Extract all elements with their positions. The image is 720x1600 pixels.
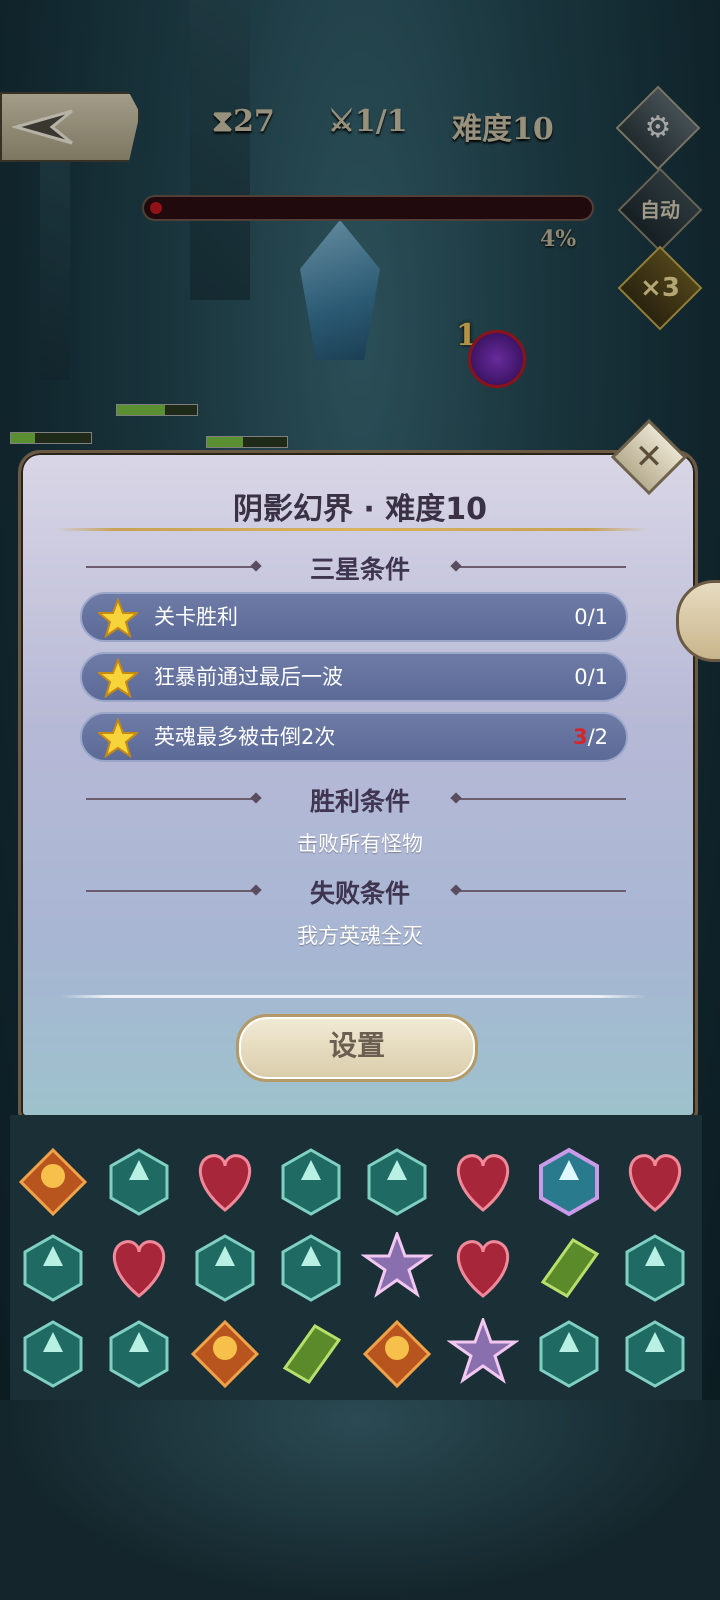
star-icon: [98, 658, 138, 698]
settings-button[interactable]: 设置: [236, 1014, 478, 1082]
heart-gem[interactable]: [444, 1229, 522, 1307]
fire-gem[interactable]: [14, 1143, 92, 1221]
condition-row: 关卡胜利 0/1: [80, 592, 628, 642]
condition-label: 狂暴前通过最后一波: [154, 665, 343, 689]
arrow-gem-icon: [195, 1234, 255, 1302]
arrow-gem[interactable]: [186, 1229, 264, 1307]
arrow-gem[interactable]: [14, 1229, 92, 1307]
condition-label: 关卡胜利: [154, 605, 238, 629]
arrow-gem[interactable]: [616, 1315, 694, 1393]
arena-floor: [0, 1400, 720, 1600]
dialog-title: 阴影幻界 · 难度10: [232, 492, 488, 527]
arrow-gem[interactable]: [530, 1315, 608, 1393]
arrow-gem-icon: [23, 1234, 83, 1302]
heart-gem-icon: [456, 1240, 510, 1298]
fire-gem-icon: [18, 1147, 88, 1217]
heart-gem[interactable]: [616, 1143, 694, 1221]
arrow-gem-icon: [109, 1320, 169, 1388]
arrow-gem-icon: [625, 1320, 685, 1388]
leaf-gem-icon: [282, 1324, 342, 1384]
leaf-gem-icon: [540, 1238, 600, 1298]
arrow-gem[interactable]: [616, 1229, 694, 1307]
heart-gem-icon: [198, 1154, 252, 1212]
arrow-gem[interactable]: [14, 1315, 92, 1393]
condition-label: 英魂最多被击倒2次: [154, 725, 336, 749]
arrow-gem-icon: [281, 1234, 341, 1302]
condition-score: 3/2: [572, 725, 608, 749]
star-gem[interactable]: [358, 1229, 436, 1307]
star-gem-icon: [361, 1232, 433, 1298]
heart-gem[interactable]: [186, 1143, 264, 1221]
condition-score: 0/1: [574, 605, 608, 629]
defeat-heading: 失败条件: [309, 879, 410, 908]
condition-score: 0/1: [574, 665, 608, 689]
heart-gem-icon: [112, 1240, 166, 1298]
divider-right: [456, 890, 626, 892]
divider-right: [456, 798, 626, 800]
arrow-gem-icon: [367, 1148, 427, 1216]
arrow-gem-icon: [539, 1320, 599, 1388]
victory-heading: 胜利条件: [309, 787, 410, 816]
arrow-gem[interactable]: [100, 1315, 178, 1393]
arrow-gem-icon: [625, 1234, 685, 1302]
leaf-gem[interactable]: [272, 1315, 350, 1393]
bottom-divider: [60, 995, 646, 998]
title-divider: [56, 528, 648, 531]
fire-gem[interactable]: [186, 1315, 264, 1393]
three-star-heading: 三星条件: [309, 555, 410, 584]
fire-gem[interactable]: [358, 1315, 436, 1393]
arrow-glow-gem-icon: [539, 1147, 599, 1217]
fire-gem-icon: [190, 1319, 260, 1389]
star-icon: [98, 718, 138, 758]
fire-gem-icon: [362, 1319, 432, 1389]
arrow-gem-icon: [23, 1320, 83, 1388]
star-gem-icon: [447, 1318, 519, 1384]
arrow-gem[interactable]: [358, 1143, 436, 1221]
leaf-gem[interactable]: [530, 1229, 608, 1307]
condition-row: 英魂最多被击倒2次 3/2: [80, 712, 628, 762]
star-icon: [98, 598, 138, 638]
heart-gem-icon: [456, 1154, 510, 1212]
heart-gem[interactable]: [100, 1229, 178, 1307]
heart-gem-icon: [628, 1154, 682, 1212]
puzzle-board: [10, 1115, 702, 1400]
arrow-gem[interactable]: [100, 1143, 178, 1221]
arrow-gem[interactable]: [272, 1143, 350, 1221]
star-gem[interactable]: [444, 1315, 522, 1393]
divider-right: [456, 566, 626, 568]
arrow-glow-gem[interactable]: [530, 1143, 608, 1221]
close-icon: ✕: [634, 437, 664, 477]
condition-row: 狂暴前通过最后一波 0/1: [80, 652, 628, 702]
arrow-gem-icon: [281, 1148, 341, 1216]
arrow-gem-icon: [109, 1148, 169, 1216]
defeat-text: 我方英魂全灭: [297, 924, 423, 948]
victory-text: 击败所有怪物: [297, 832, 423, 856]
arrow-gem[interactable]: [272, 1229, 350, 1307]
heart-gem[interactable]: [444, 1143, 522, 1221]
